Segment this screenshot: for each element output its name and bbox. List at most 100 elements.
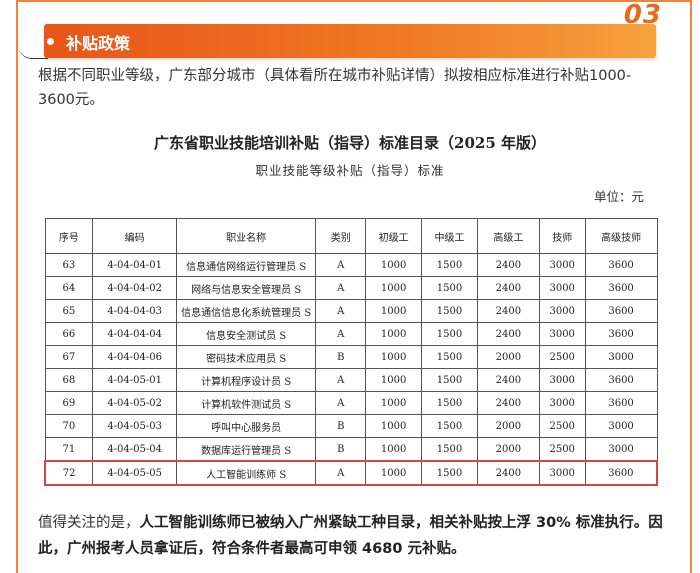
table-cell: 1000 — [365, 345, 423, 369]
table-cell: 2000 — [476, 345, 540, 369]
table-cell: 网络与信息安全管理员 S — [175, 276, 317, 300]
table-cell: 63 — [44, 253, 94, 277]
table-cell: 呼叫中心服务员 — [175, 414, 317, 438]
table-cell: 68 — [44, 368, 94, 392]
table-row: 64 4-04-04-02 网络与信息安全管理员 S A 1000 1500 2400 300… — [44, 276, 658, 300]
header-cell: 序号 — [44, 218, 94, 254]
table-cell: 4-04-05-02 — [92, 391, 177, 415]
table-row: 66 4-04-04-04 信息安全测试员 S A 1000 1500 2400 3000 36… — [44, 322, 658, 346]
table-cell: A — [315, 322, 367, 346]
table-row: 70 4-04-05-03 呼叫中心服务员 B 1000 1500 2000 2500 3000 — [44, 414, 658, 438]
table-cell: 4-04-05-04 — [92, 437, 177, 462]
table-cell: 人工智能训练师 S — [175, 460, 317, 486]
table-cell: 计算机软件测试员 S — [175, 391, 317, 415]
table-cell: 3600 — [584, 299, 658, 323]
table-cell: 2000 — [476, 414, 540, 438]
table-subtitle: 职业技能等级补贴（指导）标准 — [255, 163, 445, 178]
table-cell: 3000 — [584, 414, 658, 438]
table-cell: 71 — [44, 437, 94, 462]
subsidy-table: 序号 编码 职业名称 类别 初级工 中级工 高级工 技师 高级技师 63 4-04… — [44, 218, 658, 486]
header-cell: 编码 — [92, 218, 177, 254]
section-banner: 补贴政策 — [44, 24, 656, 58]
table-cell: 4-04-04-02 — [92, 276, 177, 300]
table-cell: 2500 — [538, 414, 586, 438]
table-cell: 4-04-05-03 — [92, 414, 177, 438]
table-cell: 1500 — [421, 253, 478, 277]
table-cell: 1500 — [421, 322, 478, 346]
header-cell: 高级技师 — [584, 218, 658, 254]
table-cell: 4-04-04-06 — [92, 345, 177, 369]
table-row: 72 4-04-05-05 人工智能训练师 S A 1000 1500 2400 3000 36… — [44, 460, 658, 486]
table-cell: 2400 — [476, 276, 540, 300]
table-cell: 3000 — [584, 437, 658, 462]
table-cell: 3000 — [538, 253, 586, 277]
table-cell: 2400 — [476, 322, 540, 346]
table-cell: 1500 — [421, 414, 478, 438]
table-cell: 1000 — [365, 437, 423, 462]
table-title: 广东省职业技能培训补贴（指导）标准目录（2025 年版） — [154, 134, 546, 152]
table-cell: 2400 — [476, 299, 540, 323]
table-cell: 3000 — [538, 276, 586, 300]
table-cell: 1000 — [365, 391, 423, 415]
header-cell: 职业名称 — [175, 218, 317, 254]
table-cell: A — [315, 276, 367, 300]
table-cell: B — [315, 345, 367, 369]
table-cell: A — [315, 368, 367, 392]
table-cell: A — [315, 253, 367, 277]
header-cell: 高级工 — [476, 218, 540, 254]
table-cell: 1500 — [421, 437, 478, 462]
header-cell: 初级工 — [365, 218, 423, 254]
table-cell: 1500 — [421, 345, 478, 369]
table-cell: 1000 — [365, 299, 423, 323]
table-cell: 3600 — [584, 322, 658, 346]
table-cell: 1000 — [365, 276, 423, 300]
table-cell: 3000 — [538, 368, 586, 392]
table-cell: 1500 — [421, 460, 478, 486]
table-cell: 2400 — [476, 391, 540, 415]
table-cell: A — [315, 299, 367, 323]
table-header-row: 序号 编码 职业名称 类别 初级工 中级工 高级工 技师 高级技师 — [44, 218, 658, 254]
note-paragraph: 值得关注的是，人工智能训练师已被纳入广州紧缺工种目录，相关补贴按上浮 30% 标… — [38, 510, 666, 562]
table-cell: 2000 — [476, 437, 540, 462]
table-cell: 信息安全测试员 S — [175, 322, 317, 346]
section-title: 补贴政策 — [66, 34, 131, 53]
table-row: 67 4-04-04-06 密码技术应用员 S B 1000 1500 2000 2500 30… — [44, 345, 658, 369]
table-cell: 1500 — [421, 391, 478, 415]
frame-left-border — [16, 0, 18, 573]
table-cell: 1000 — [365, 368, 423, 392]
table-cell: B — [315, 437, 367, 462]
table-cell: 2500 — [538, 437, 586, 462]
table-cell: 3600 — [584, 276, 658, 300]
table-cell: 数据库运行管理员 S — [175, 437, 317, 462]
table-cell: 72 — [44, 460, 94, 486]
table-cell: 4-04-04-01 — [92, 253, 177, 277]
table-row: 69 4-04-05-02 计算机软件测试员 S A 1000 1500 2400 3000 3… — [44, 391, 658, 415]
table-unit: 单位：元 — [593, 189, 644, 204]
table-cell: 4-04-05-05 — [92, 460, 177, 486]
table-row: 63 4-04-04-01 信息通信网络运行管理员 S A 1000 1500 2400 30… — [44, 253, 658, 277]
table-cell: 2500 — [538, 345, 586, 369]
table-row: 71 4-04-05-04 数据库运行管理员 S B 1000 1500 2000 2500 3… — [44, 437, 658, 462]
table-cell: 4-04-04-04 — [92, 322, 177, 346]
table-cell: 信息通信信息化系统管理员 S — [175, 299, 317, 323]
table-cell: B — [315, 414, 367, 438]
table-cell: 2400 — [476, 253, 540, 277]
table-cell: 4-04-05-01 — [92, 368, 177, 392]
table-cell: 信息通信网络运行管理员 S — [175, 253, 317, 277]
table-cell: 3000 — [538, 299, 586, 323]
table-cell: 1000 — [365, 253, 423, 277]
table-cell: 70 — [44, 414, 94, 438]
frame-top-border — [16, 0, 692, 2]
table-cell: 1500 — [421, 368, 478, 392]
table-cell: 1000 — [365, 414, 423, 438]
table-cell: A — [315, 460, 367, 486]
table-cell: 1000 — [365, 460, 423, 486]
banner-bullet-dot — [47, 38, 54, 45]
table-cell: 3000 — [584, 345, 658, 369]
table-cell: 1500 — [421, 299, 478, 323]
table-cell: 2400 — [476, 368, 540, 392]
table-cell: 64 — [44, 276, 94, 300]
table-row: 68 4-04-05-01 计算机程序设计员 S A 1000 1500 2400 3000 3… — [44, 368, 658, 392]
table-cell: 3600 — [584, 460, 658, 486]
table-cell: A — [315, 391, 367, 415]
